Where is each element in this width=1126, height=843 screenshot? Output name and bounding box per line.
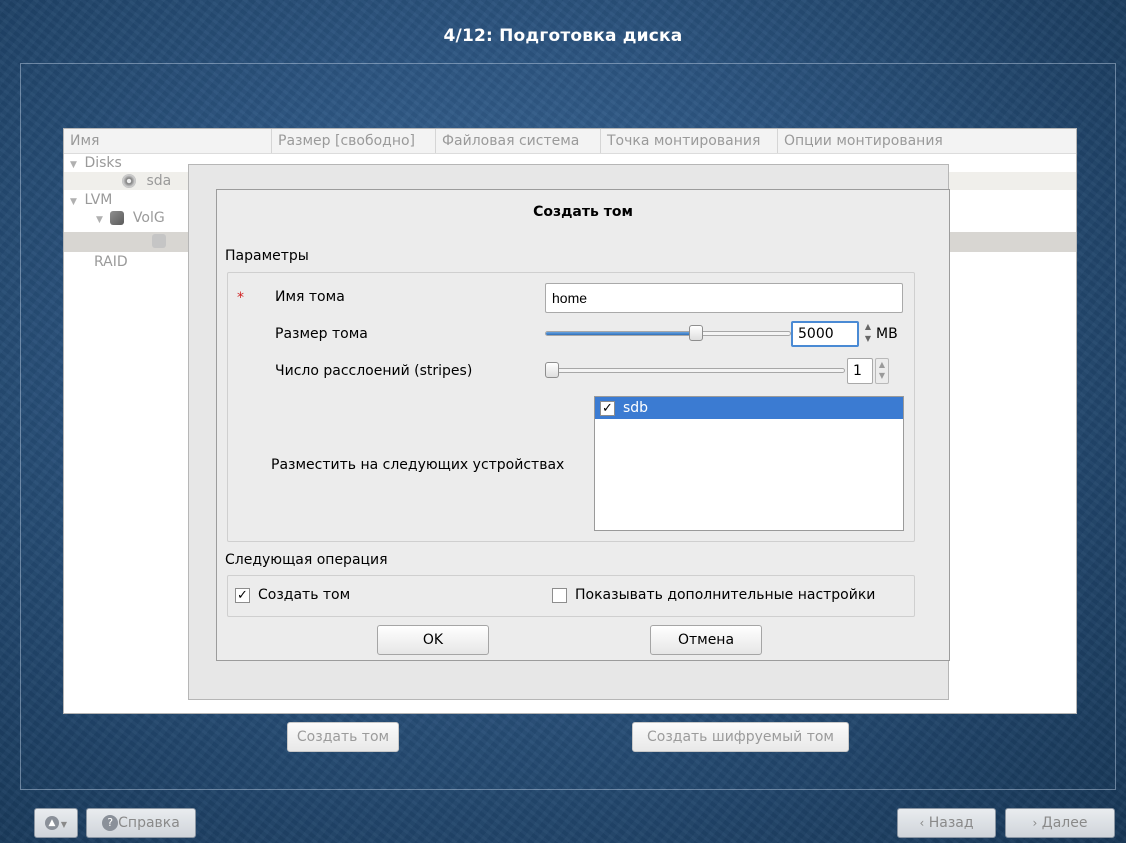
stripes-slider-handle[interactable] <box>545 362 559 378</box>
column-name[interactable]: Имя <box>64 129 272 153</box>
stripes-spinbox[interactable]: 1 <box>847 358 873 384</box>
column-mount-options[interactable]: Опции монтирования <box>778 129 953 153</box>
advanced-settings-checkbox[interactable] <box>552 587 567 603</box>
column-mountpoint[interactable]: Точка монтирования <box>601 129 778 153</box>
device-checkbox[interactable]: ✓ <box>600 400 615 416</box>
devices-label: Разместить на следующих устройствах <box>271 457 565 473</box>
next-operation-section-label: Следующая операция <box>225 552 388 568</box>
advanced-settings-option[interactable]: Показывать дополнительные настройки <box>552 587 875 603</box>
volume-size-slider-handle[interactable] <box>688 325 703 341</box>
arrow-up-icon: ▲ <box>44 816 59 830</box>
device-name: sdb <box>623 400 649 416</box>
volume-size-label: Размер тома <box>275 326 368 342</box>
stripes-slider[interactable] <box>545 368 845 373</box>
tree-header: Имя Размер [свободно] Файловая система Т… <box>64 129 1076 154</box>
create-volume-option[interactable]: ✓ Создать том <box>235 587 350 603</box>
column-size[interactable]: Размер [свободно] <box>272 129 436 153</box>
cancel-button[interactable]: Отмена <box>650 625 762 655</box>
create-encrypted-volume-button[interactable]: Создать шифруемый том <box>632 722 849 752</box>
volume-group-icon <box>110 211 125 225</box>
spin-down-icon[interactable]: ▼ <box>879 371 885 380</box>
volume-size-slider[interactable] <box>545 331 791 336</box>
advanced-settings-checkbox-label: Показывать дополнительные настройки <box>575 587 876 603</box>
volume-size-unit: MB <box>876 326 898 342</box>
spin-down-icon[interactable]: ▼ <box>865 334 871 343</box>
create-volume-button[interactable]: Создать том <box>287 722 399 752</box>
volume-size-spinbox[interactable]: 5000 <box>791 321 859 347</box>
disk-icon <box>122 174 136 188</box>
create-volume-dialog: Создать том Параметры * Имя тома Размер … <box>216 189 950 661</box>
next-button[interactable]: › Далее <box>1005 808 1115 838</box>
spin-up-icon[interactable]: ▲ <box>879 360 885 369</box>
ok-button[interactable]: OK <box>377 625 489 655</box>
create-volume-checkbox[interactable]: ✓ <box>235 587 250 603</box>
chevron-down-icon: ▼ <box>60 820 68 829</box>
create-volume-checkbox-label: Создать том <box>258 587 351 603</box>
volume-name-label: Имя тома <box>275 289 345 305</box>
volume-size-value: 5000 <box>798 326 834 342</box>
menu-button[interactable]: ▲ ▼ <box>34 808 78 838</box>
params-section-label: Параметры <box>225 248 309 264</box>
dialog-title: Создать том <box>533 204 633 220</box>
device-item-sdb[interactable]: ✓ sdb <box>595 397 903 419</box>
stripes-label: Число расслоений (stripes) <box>275 363 473 379</box>
chevron-right-icon: › <box>1032 816 1038 830</box>
volume-icon <box>152 234 166 248</box>
window-title: 4/12: Подготовка диска <box>443 26 683 46</box>
chevron-left-icon: ‹ <box>919 816 925 830</box>
devices-listbox[interactable]: ✓ sdb <box>594 396 904 531</box>
volume-size-slider-fill <box>546 332 699 335</box>
volume-name-input[interactable] <box>545 283 903 313</box>
expand-arrow-icon[interactable]: ▼ <box>96 211 106 229</box>
stripes-spin-buttons[interactable]: ▲ ▼ <box>875 358 889 384</box>
column-filesystem[interactable]: Файловая система <box>436 129 601 153</box>
back-button[interactable]: ‹ Назад <box>897 808 996 838</box>
stripes-value: 1 <box>853 363 862 379</box>
required-marker: * <box>237 290 244 306</box>
help-button[interactable]: ? Справка <box>86 808 196 838</box>
volume-size-spin-buttons[interactable]: ▲ ▼ <box>861 321 875 347</box>
spin-up-icon[interactable]: ▲ <box>865 322 871 331</box>
help-icon: ? <box>102 815 119 831</box>
